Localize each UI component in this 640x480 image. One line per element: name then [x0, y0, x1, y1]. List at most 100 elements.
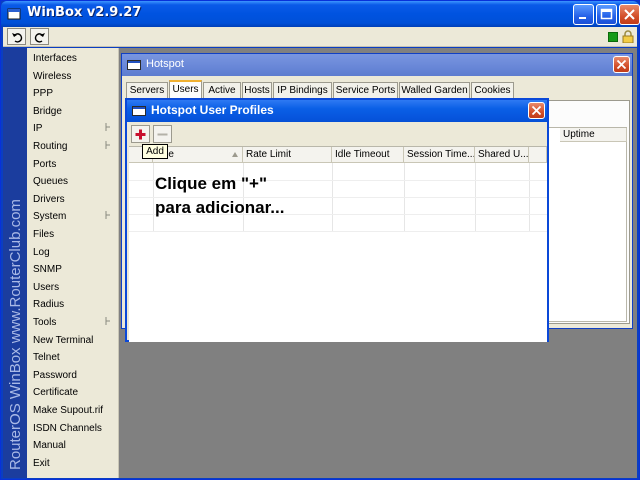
menu-item-label: System [33, 211, 67, 223]
menu-item-make-supout-rif[interactable]: Make Supout.rif [27, 402, 119, 420]
menu-item-log[interactable]: Log [27, 244, 119, 262]
menu-item-label: SNMP [33, 264, 62, 276]
menu-item-radius[interactable]: Radius [27, 296, 119, 314]
winbox-app-icon [7, 8, 21, 20]
menu-item-telnet[interactable]: Telnet [27, 349, 119, 367]
profiles-body: me Rate Limit Idle Timeout Session Time.… [129, 122, 547, 342]
menu-item-tools[interactable]: Tools [27, 314, 119, 332]
brand-text: RouterOS WinBox www.RouterClub.com [7, 199, 24, 470]
main-toolbar [3, 27, 637, 47]
undo-icon [12, 33, 23, 43]
hotspot-close-button[interactable] [613, 56, 630, 73]
add-button[interactable] [131, 125, 150, 143]
menu-item-users[interactable]: Users [27, 279, 119, 297]
brand-strip: RouterOS WinBox www.RouterClub.com [3, 48, 27, 478]
menu-item-label: Routing [33, 141, 68, 152]
menu-item-label: Telnet [33, 352, 60, 364]
menu-item-certificate[interactable]: Certificate [27, 384, 119, 402]
maximize-icon [600, 8, 613, 20]
profiles-close-button[interactable] [528, 102, 545, 119]
minimize-icon [579, 17, 586, 19]
menu-item-label: Bridge [33, 105, 62, 117]
close-icon [531, 105, 542, 116]
menu-item-routing[interactable]: Routing [27, 138, 119, 156]
column-header-shared-users[interactable]: Shared U... [475, 147, 529, 163]
close-icon [624, 9, 635, 20]
column-header-filler [529, 147, 547, 163]
menu-item-password[interactable]: Password [27, 367, 119, 385]
menu-item-label: Files [33, 229, 55, 240]
column-header-uptime[interactable]: Uptime [560, 128, 627, 142]
row-divider [129, 231, 547, 232]
menu-item-manual[interactable]: Manual [27, 437, 119, 455]
menu-item-label: Queues [33, 176, 69, 188]
title-bar[interactable]: WinBox v2.9.27 [1, 1, 640, 27]
menu-item-label: Radius [33, 299, 65, 311]
redo-icon [34, 33, 45, 43]
main-menu: Interfaces Wireless PPP Bridge IP Routing Port… [27, 48, 119, 478]
menu-item-ppp[interactable]: PPP [27, 85, 119, 103]
remove-button[interactable] [153, 125, 172, 143]
undo-button[interactable] [7, 28, 26, 45]
menu-item-queues[interactable]: Queues [27, 173, 119, 191]
submenu-arrow-icon [105, 317, 110, 325]
minimize-button[interactable] [573, 4, 594, 25]
menu-item-system[interactable]: System [27, 208, 119, 226]
menu-item-interfaces[interactable]: Interfaces [27, 50, 119, 68]
hotspot-title-bar[interactable]: Hotspot [122, 54, 632, 76]
winbox-window: WinBox v2.9.27 RouterOS WinBox www.Route… [0, 0, 640, 480]
work-area: Hotspot Servers Users Active Hosts IP Bindin… [119, 48, 637, 478]
sort-arrow-icon [232, 152, 238, 157]
connection-status-indicator [608, 32, 618, 42]
menu-item-label: Manual [33, 440, 66, 452]
menu-item-label: Log [33, 246, 50, 258]
menu-item-label: IP [33, 123, 43, 135]
add-tooltip: Add [142, 144, 168, 159]
menu-item-snmp[interactable]: SNMP [27, 261, 119, 279]
maximize-button[interactable] [596, 4, 617, 25]
profiles-title-bar[interactable]: Hotspot User Profiles [127, 100, 547, 122]
menu-item-label: New Terminal [33, 334, 94, 346]
plus-icon [135, 129, 146, 140]
menu-item-exit[interactable]: Exit [27, 455, 119, 473]
instruction-text: Clique em "+" para adicionar... [155, 172, 284, 220]
app-title: WinBox v2.9.27 [27, 5, 142, 20]
submenu-arrow-icon [105, 123, 110, 132]
column-header-rate-limit[interactable]: Rate Limit [243, 147, 332, 163]
menu-item-ip[interactable]: IP [27, 120, 119, 138]
menu-item-label: ISDN Channels [33, 422, 102, 434]
menu-item-label: Interfaces [33, 53, 77, 64]
menu-item-isdn-channels[interactable]: ISDN Channels [27, 420, 119, 438]
instruction-line-1: Clique em "+" [155, 174, 268, 193]
instruction-line-2: para adicionar... [155, 198, 285, 217]
submenu-arrow-icon [105, 211, 110, 220]
menu-item-label: Drivers [33, 193, 65, 205]
column-header-session-timeout[interactable]: Session Time... [404, 147, 475, 163]
lock-icon [622, 30, 634, 43]
menu-item-label: Password [33, 369, 77, 381]
menu-item-label: Ports [33, 158, 57, 170]
menu-item-label: Tools [33, 317, 57, 328]
menu-item-bridge[interactable]: Bridge [27, 103, 119, 121]
menu-item-new-terminal[interactable]: New Terminal [27, 332, 119, 350]
menu-item-label: Certificate [33, 387, 79, 399]
submenu-arrow-icon [105, 141, 110, 149]
profiles-window-title: Hotspot User Profiles [151, 103, 274, 117]
redo-button[interactable] [30, 28, 49, 45]
menu-item-files[interactable]: Files [27, 226, 119, 244]
menu-item-wireless[interactable]: Wireless [27, 68, 119, 86]
menu-item-label: Make Supout.rif [33, 405, 104, 416]
window-icon [127, 60, 141, 70]
hotspot-user-profiles-window: Hotspot User Profiles Rate Limit Idle Ti… [125, 98, 549, 342]
minus-icon [157, 133, 168, 136]
hotspot-window-title: Hotspot [146, 58, 184, 70]
menu-item-drivers[interactable]: Drivers [27, 191, 119, 209]
close-button[interactable] [619, 4, 640, 25]
column-header-idle-timeout[interactable]: Idle Timeout [332, 147, 404, 163]
menu-item-label: Users [33, 281, 60, 293]
close-icon [616, 59, 627, 70]
menu-item-label: Exit [33, 457, 50, 469]
menu-item-ports[interactable]: Ports [27, 156, 119, 174]
menu-item-label: PPP [33, 88, 54, 100]
menu-item-label: Wireless [33, 70, 72, 82]
